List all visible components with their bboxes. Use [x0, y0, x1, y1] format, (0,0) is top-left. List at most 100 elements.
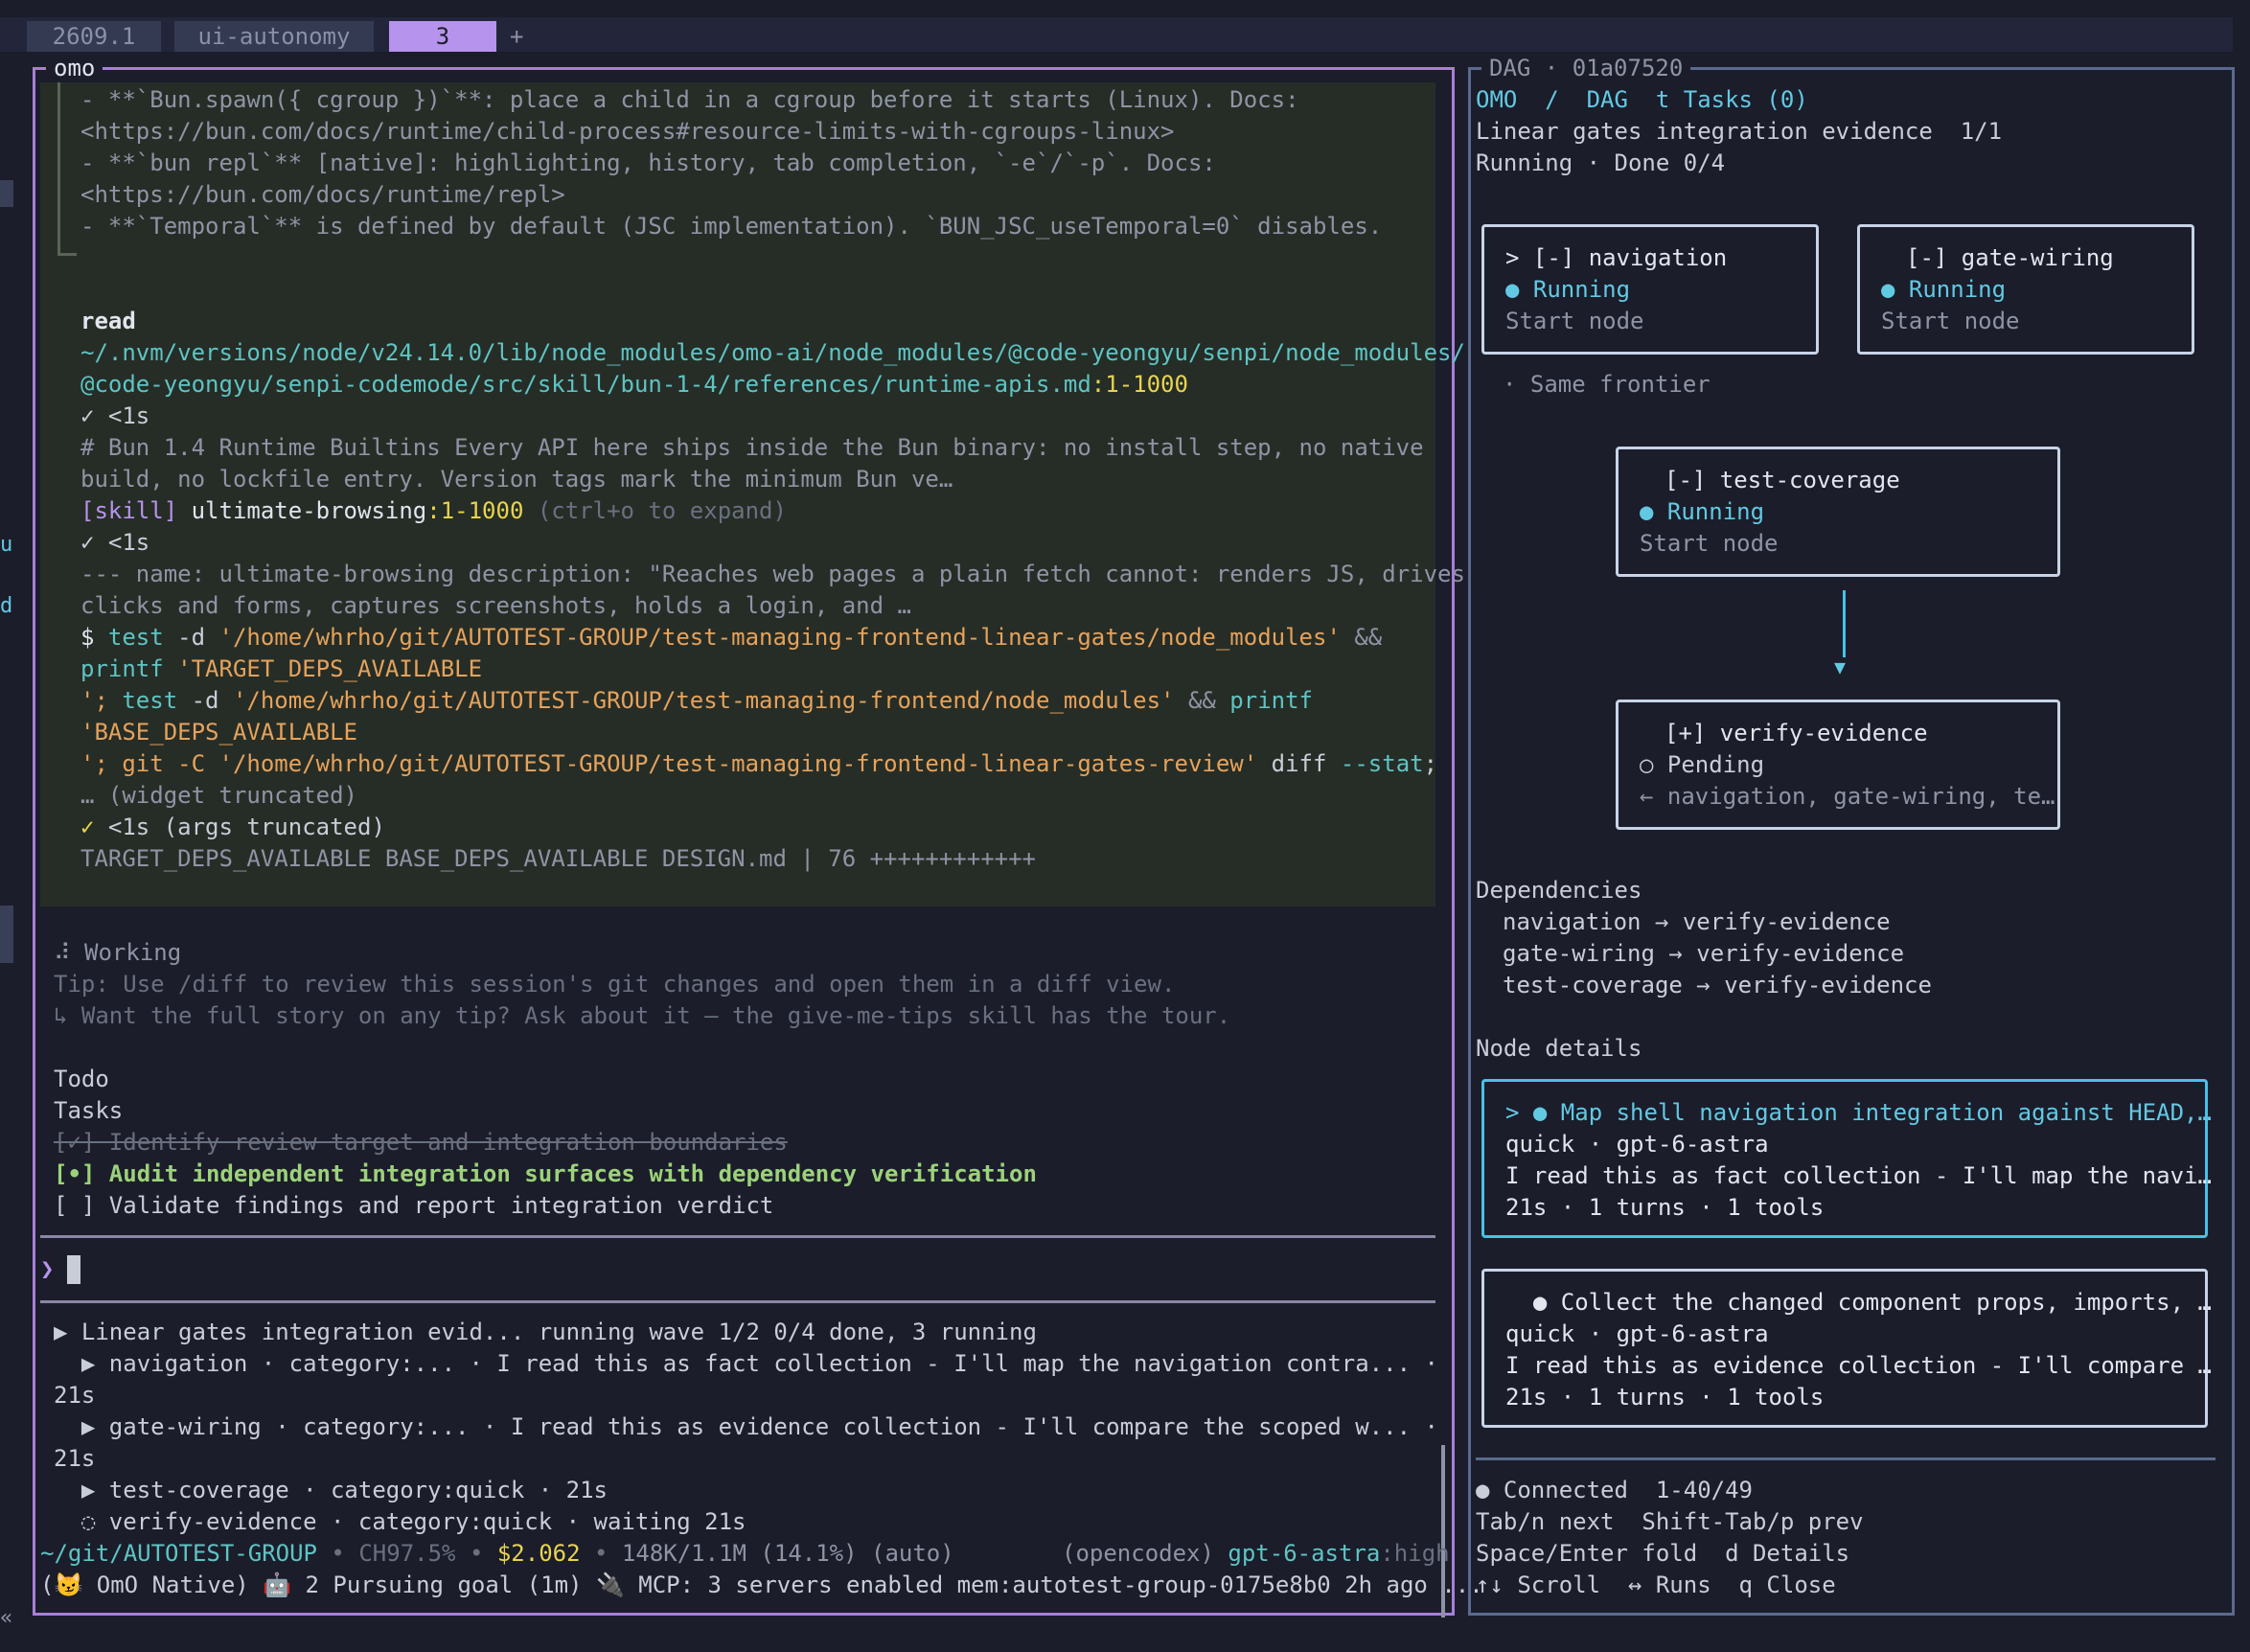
reasoning-effort: :high: [1380, 1540, 1450, 1567]
dag-node-navigation[interactable]: > [-] navigation ● Running Start node: [1481, 224, 1819, 355]
node-status: ○ Pending: [1640, 749, 1764, 781]
tab-ui-autonomy[interactable]: ui-autonomy: [174, 21, 374, 52]
new-tab-button[interactable]: +: [510, 21, 523, 52]
dependency-item: navigation → verify-evidence: [1503, 908, 1891, 935]
node-status: ● Running: [1640, 496, 1764, 528]
node-title: > [-] navigation: [1505, 244, 1728, 271]
read-path-line[interactable]: ~/.nvm/versions/node/v24.14.0/lib/node_m…: [80, 337, 1465, 369]
skill-desc-line: --- name: ultimate-browsing description:…: [80, 561, 1465, 587]
context-usage: CH97.5%: [358, 1540, 456, 1567]
detail-title: > ● Map shell navigation integration aga…: [1505, 1099, 2212, 1126]
skill-range: :1-1000: [426, 497, 524, 524]
dag-breadcrumb[interactable]: OMO / DAG t Tasks (0): [1476, 84, 1808, 116]
cmd-check: ✓ <1s (args truncated): [80, 812, 385, 843]
cwd-path: ~/git/AUTOTEST-GROUP: [40, 1540, 317, 1567]
shell-command-line: $ test -d '/home/whrho/git/AUTOTEST-GROU…: [80, 622, 1382, 654]
run-tree-item-gate-wiring[interactable]: ▶ gate-wiring · category:... · I read th…: [54, 1411, 1438, 1443]
footer-rule: [1476, 1457, 2216, 1460]
prompt-input[interactable]: [40, 1242, 1435, 1290]
node-detail-card-selected[interactable]: > ● Map shell navigation integration aga…: [1481, 1079, 2212, 1238]
node-details-heading: Node details: [1476, 1035, 1642, 1062]
cmd-keyword: test: [94, 624, 164, 651]
cmd-keyword: printf: [1215, 687, 1314, 714]
detail-model: quick · gpt-6-astra: [1505, 1320, 1769, 1347]
cmd-keyword: printf: [80, 655, 164, 682]
tasks-label: Tasks: [54, 1097, 124, 1124]
bun-doc-line: <https://bun.com/docs/runtime/repl>: [80, 181, 565, 208]
run-tree-item-test-coverage[interactable]: ▶ test-coverage · category:quick · 21s: [54, 1475, 608, 1506]
tip-text: Tip: Use /diff to review this session's …: [54, 971, 1176, 998]
node-status: ● Running: [1505, 274, 1630, 306]
dag-node-gate-wiring[interactable]: [-] gate-wiring ● Running Start node: [1857, 224, 2194, 355]
tab-3[interactable]: 3: [389, 21, 496, 52]
node-status: ● Running: [1881, 274, 2006, 306]
dag-pane-title: DAG · 01a07520: [1481, 54, 1691, 82]
expand-hint: (ctrl+o to expand): [523, 497, 787, 524]
run-tree-root[interactable]: ▶ Linear gates integration evid... runni…: [54, 1317, 1037, 1348]
todo-item-active: [•] Audit independent integration surfac…: [54, 1160, 1037, 1187]
cmd-string: 'TARGET_DEPS_AVAILABLE: [163, 655, 483, 682]
arrow-down-icon: ▼: [1834, 655, 1847, 678]
detail-stats: 21s · 1 turns · 1 tools: [1505, 1384, 1825, 1411]
read-path-text: @code-yeongyu/senpi-codemode/src/skill/b…: [80, 371, 1091, 398]
keybinding-hints: Space/Enter fold d Details: [1476, 1540, 1850, 1567]
shell-command-line: '; test -d '/home/whrho/git/AUTOTEST-GRO…: [80, 685, 1313, 717]
run-tree-item-verify-evidence[interactable]: ◌ verify-evidence · category:quick · wai…: [54, 1506, 746, 1538]
status-bar-line-2: (😼 OmO Native) 🤖 2 Pursuing goal (1m) 🔌 …: [40, 1572, 1483, 1598]
node-detail-card[interactable]: ● Collect the changed component props, i…: [1481, 1269, 2212, 1428]
left-edge-mark: [0, 180, 13, 207]
input-top-rule: [40, 1235, 1435, 1238]
bun-doc-line: <https://bun.com/docs/runtime/child-proc…: [80, 118, 1175, 145]
bun-doc-line: - **`Temporal`** is defined by default (…: [80, 213, 1383, 240]
cmd-string: ';: [80, 687, 108, 714]
shell-command-line: printf 'TARGET_DEPS_AVAILABLE: [80, 654, 482, 685]
cmd-text: ;: [1423, 750, 1438, 777]
model-indicator[interactable]: (opencodex) gpt-6-astra:high: [1062, 1538, 1450, 1570]
dependency-item: test-coverage → verify-evidence: [1503, 972, 1932, 998]
read-tool-label: read: [80, 308, 136, 334]
truncated-note: … (widget truncated): [80, 782, 357, 809]
node-note: ← navigation, gate-wiring, te…: [1640, 783, 2055, 810]
dag-node-test-coverage[interactable]: [-] test-coverage ● Running Start node: [1616, 447, 2060, 577]
left-edge-glyph: d: [0, 594, 13, 618]
node-title: [+] verify-evidence: [1665, 720, 1928, 746]
skill-line[interactable]: [skill] ultimate-browsing:1-1000 (ctrl+o…: [80, 495, 787, 527]
session-cost: $2.062: [496, 1540, 581, 1567]
frontier-label: · Same frontier: [1503, 371, 1710, 398]
input-bottom-rule: [40, 1300, 1435, 1303]
token-usage: 148K/1.1M (14.1%) (auto): [621, 1540, 954, 1567]
tip-more-text: ↳ Want the full story on any tip? Ask ab…: [54, 1002, 1231, 1029]
read-path-line-2[interactable]: @code-yeongyu/senpi-codemode/src/skill/b…: [80, 369, 1188, 401]
skill-desc-line: clicks and forms, captures screenshots, …: [80, 592, 911, 619]
cmd-string: '; git -C: [80, 750, 219, 777]
cmd-operator: &&: [1340, 624, 1383, 651]
left-edge-glyph: u: [0, 533, 13, 557]
node-status-label: Pending: [1666, 751, 1765, 778]
spinner-icon: ⠼: [54, 939, 71, 966]
shell-command-line: '; git -C '/home/whrho/git/AUTOTEST-GROU…: [80, 748, 1437, 780]
todo-heading: Todo: [54, 1066, 109, 1092]
cmd-string: '/home/whrho/git/AUTOTEST-GROUP/test-man…: [232, 687, 1175, 714]
pending-circle-icon: ○: [1640, 751, 1667, 778]
left-edge-mark: [0, 906, 13, 963]
shell-prompt: $: [80, 624, 95, 651]
detail-title: ● Collect the changed component props, i…: [1505, 1289, 2212, 1316]
provider-name: (opencodex): [1062, 1540, 1214, 1567]
dag-edge: [1843, 590, 1846, 657]
read-summary-line: build, no lockfile entry. Version tags m…: [80, 466, 953, 493]
run-tree-item-navigation[interactable]: ▶ navigation · category:... · I read thi…: [54, 1348, 1438, 1380]
model-name: gpt-6-astra: [1213, 1540, 1381, 1567]
todo-item-done: [✓] Identify review target and integrati…: [54, 1129, 788, 1156]
dag-node-verify-evidence[interactable]: [+] verify-evidence ○ Pending ← navigati…: [1616, 700, 2060, 830]
quote-rule-end: [57, 253, 77, 256]
cmd-flag: --stat: [1340, 750, 1424, 777]
status-sep: •: [455, 1540, 497, 1567]
read-summary-line: # Bun 1.4 Runtime Builtins Every API her…: [80, 434, 1424, 461]
running-dot-icon: ●: [1881, 276, 1909, 303]
tab-2609-1[interactable]: 2609.1: [27, 21, 161, 52]
working-indicator: ⠼ Working: [54, 937, 181, 969]
detail-model: quick · gpt-6-astra: [1505, 1131, 1769, 1158]
detail-desc: I read this as evidence collection - I'l…: [1505, 1352, 2212, 1379]
status-sep: •: [316, 1540, 359, 1567]
cmd-text: diff: [1257, 750, 1341, 777]
